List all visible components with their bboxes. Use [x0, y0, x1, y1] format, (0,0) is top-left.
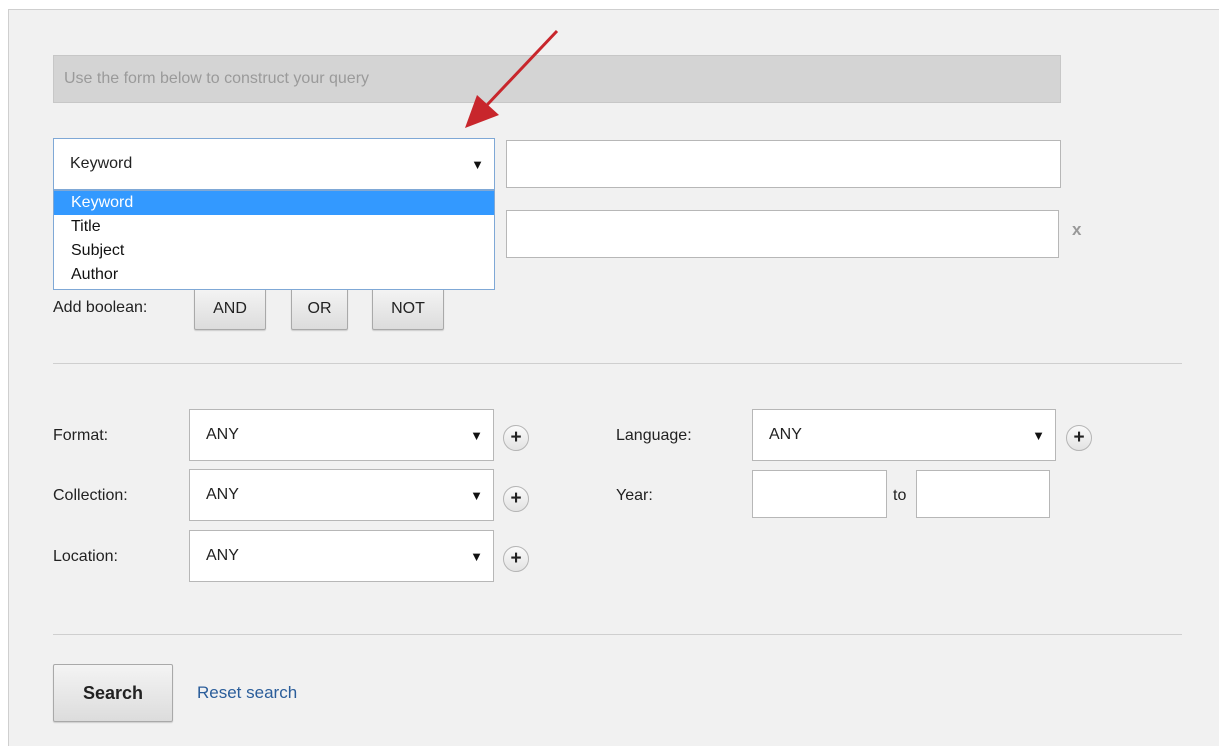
year-to-input[interactable] [916, 470, 1050, 518]
dropdown-option-title[interactable]: Title [54, 215, 494, 239]
search-button[interactable]: Search [53, 664, 173, 722]
location-select[interactable]: ANY ▼ [189, 530, 494, 582]
section-divider-2 [53, 634, 1182, 635]
search-term-input-2[interactable] [506, 210, 1059, 258]
collection-label: Collection: [53, 487, 128, 504]
dropdown-option-keyword[interactable]: Keyword [54, 191, 494, 215]
chevron-down-icon: ▼ [470, 487, 483, 503]
year-from-input[interactable] [752, 470, 887, 518]
annotation-arrow-icon [465, 29, 559, 128]
boolean-label: Add boolean: [53, 299, 148, 316]
chevron-down-icon: ▼ [470, 548, 483, 564]
format-add-plus-icon[interactable]: + [503, 425, 529, 451]
language-select[interactable]: ANY ▼ [752, 409, 1056, 461]
location-add-plus-icon[interactable]: + [503, 546, 529, 572]
reset-search-link[interactable]: Reset search [197, 683, 297, 703]
chevron-down-icon: ▼ [470, 427, 483, 443]
dropdown-option-subject[interactable]: Subject [54, 239, 494, 263]
collection-select[interactable]: ANY ▼ [189, 469, 494, 521]
not-button[interactable]: NOT [372, 288, 444, 330]
language-label: Language: [616, 427, 692, 444]
dropdown-option-author[interactable]: Author [54, 263, 494, 287]
or-button[interactable]: OR [291, 288, 348, 330]
location-label: Location: [53, 548, 118, 565]
language-add-plus-icon[interactable]: + [1066, 425, 1092, 451]
format-select[interactable]: ANY ▼ [189, 409, 494, 461]
remove-row-button[interactable]: x [1072, 220, 1081, 240]
year-to-label: to [893, 487, 907, 504]
format-value: ANY [206, 426, 239, 443]
and-button[interactable]: AND [194, 288, 266, 330]
language-value: ANY [769, 426, 802, 443]
chevron-down-icon: ▼ [1032, 427, 1045, 443]
collection-value: ANY [206, 486, 239, 503]
format-label: Format: [53, 427, 109, 444]
search-field-value: Keyword [70, 155, 133, 172]
search-field-select[interactable]: Keyword ▼ [53, 138, 495, 190]
chevron-down-icon: ▼ [471, 156, 484, 172]
collection-add-plus-icon[interactable]: + [503, 486, 529, 512]
query-hint-text: Use the form below to construct your que… [64, 70, 370, 87]
search-term-input-1[interactable] [506, 140, 1061, 188]
location-value: ANY [206, 547, 239, 564]
advanced-search-panel [8, 9, 1219, 746]
year-label: Year: [616, 487, 653, 504]
search-field-dropdown: Keyword Title Subject Author [53, 190, 495, 290]
section-divider-1 [53, 363, 1182, 364]
